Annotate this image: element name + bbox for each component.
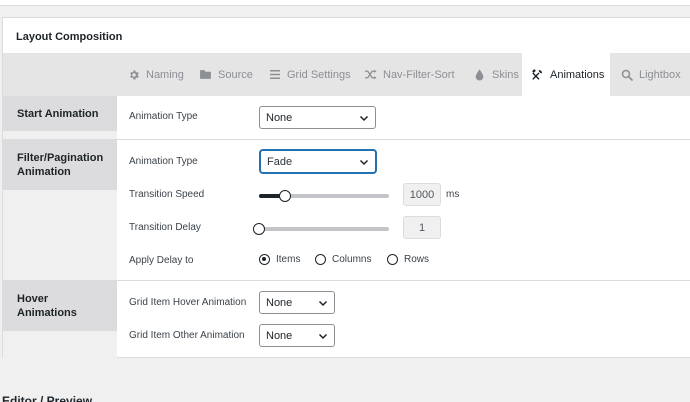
transition-delay-input[interactable]: 1 — [403, 216, 441, 239]
radio-label: Rows — [404, 254, 430, 265]
section-label-filter-animation: Filter/Pagination Animation — [3, 140, 117, 190]
grid-item-other-label: Grid Item Other Animation — [129, 330, 245, 341]
grid-item-hover-label: Grid Item Hover Animation — [129, 297, 247, 308]
grid-item-other-select[interactable]: None — [259, 324, 335, 347]
select-value: Fade — [267, 155, 293, 168]
tab-nav-filter-sort[interactable]: Nav-Filter-Sort — [364, 53, 455, 96]
apply-delay-label: Apply Delay to — [129, 255, 194, 266]
search-icon — [620, 68, 633, 81]
transition-speed-label: Transition Speed — [129, 189, 205, 200]
filter-animation-type-label: Animation Type — [129, 156, 198, 167]
folder-icon — [199, 68, 212, 81]
slider-thumb[interactable] — [253, 223, 265, 235]
radio-dot — [387, 254, 398, 265]
tools-icon — [531, 68, 544, 81]
animation-type-label: Animation Type — [129, 111, 198, 122]
section-label-start-animation: Start Animation — [3, 96, 117, 131]
transition-delay-slider[interactable] — [253, 223, 389, 235]
radio-dot — [259, 254, 270, 265]
grid-item-hover-select[interactable]: None — [259, 291, 335, 314]
tab-animations[interactable]: Animations — [522, 53, 610, 96]
radio-columns[interactable]: Columns — [315, 254, 371, 265]
transition-speed-slider[interactable] — [259, 190, 389, 202]
panel-title: Layout Composition — [16, 31, 123, 43]
tab-label: Skins — [492, 68, 519, 81]
tab-label: Grid Settings — [287, 68, 351, 81]
tab-label: Nav-Filter-Sort — [383, 68, 455, 81]
tab-bar: Naming Source Grid Settings Nav-Filter-S… — [3, 53, 690, 96]
transition-speed-unit: ms — [446, 189, 460, 200]
filter-animation-type-select[interactable]: Fade — [260, 150, 376, 173]
radio-dot — [315, 254, 326, 265]
tab-naming[interactable]: Naming — [127, 53, 184, 96]
chevron-down-icon — [359, 115, 369, 122]
radio-label: Items — [276, 254, 301, 265]
slider-thumb[interactable] — [279, 190, 291, 202]
tab-source[interactable]: Source — [199, 53, 253, 96]
tab-label: Source — [218, 68, 253, 81]
radio-label: Columns — [332, 254, 372, 265]
drop-icon — [473, 68, 486, 81]
start-animation-type-select[interactable]: None — [259, 106, 376, 129]
radio-rows[interactable]: Rows — [387, 254, 429, 265]
tab-grid-settings[interactable]: Grid Settings — [268, 53, 351, 96]
radio-items[interactable]: Items — [259, 254, 300, 265]
start-animation-row: Start Animation Animation Type None — [3, 96, 690, 140]
editor-preview-heading: Editor / Preview — [2, 394, 93, 402]
select-value: None — [266, 111, 293, 124]
list-icon — [268, 68, 281, 81]
chevron-down-icon — [359, 159, 369, 166]
tab-skins[interactable]: Skins — [473, 53, 519, 96]
select-value: None — [266, 329, 293, 342]
chevron-down-icon — [318, 333, 328, 340]
layout-composition-panel: Layout Composition Naming Source Grid Se… — [2, 17, 690, 358]
transition-delay-label: Transition Delay — [129, 222, 201, 233]
top-strip — [0, 0, 690, 6]
gear-icon — [127, 68, 140, 81]
filter-pagination-animation-row: Filter/Pagination Animation Animation Ty… — [3, 140, 690, 281]
section-label-hover-animations: Hover Animations — [3, 281, 117, 331]
tab-lightbox[interactable]: Lightbox — [620, 53, 681, 96]
shuffle-icon — [364, 68, 377, 81]
select-value: None — [266, 296, 293, 309]
tab-label: Lightbox — [639, 68, 681, 81]
tab-label: Naming — [146, 68, 184, 81]
transition-speed-input[interactable]: 1000 — [403, 183, 441, 206]
tab-label: Animations — [550, 68, 605, 81]
chevron-down-icon — [318, 300, 328, 307]
hover-animations-row: Hover Animations Grid Item Hover Animati… — [3, 281, 690, 358]
